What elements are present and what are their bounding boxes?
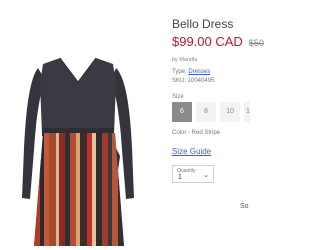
truncated-text: So (240, 203, 249, 210)
size-option-10[interactable]: 10 (220, 102, 240, 122)
brand-line: by Marella (172, 57, 198, 63)
color-line: Color - Red Stripe (172, 130, 221, 136)
type-label: Type: (172, 69, 187, 75)
size-option-6[interactable]: 6 (172, 102, 192, 122)
size-label: Size (172, 94, 184, 100)
product-type: Type: Dresses (172, 69, 210, 75)
quantity-value: 1 (178, 174, 182, 181)
size-option-partial[interactable]: 1 (244, 102, 250, 122)
product-price: $99.00 CAD (172, 34, 243, 49)
chevron-down-icon: ⌄ (203, 172, 209, 179)
dress-illustration (22, 57, 134, 246)
product-title: Bello Dress (172, 17, 234, 31)
size-option-8[interactable]: 8 (196, 102, 216, 122)
quantity-select[interactable]: Quantity 1 ⌄ (172, 165, 214, 183)
size-guide-link[interactable]: Size Guide (172, 147, 211, 156)
product-sku: SKU: 10040495 (172, 78, 215, 84)
price-row: $99.00 CAD $50 (172, 33, 264, 51)
product-image[interactable] (8, 38, 148, 248)
type-link[interactable]: Dresses (188, 69, 210, 75)
original-price: $50 (248, 38, 264, 48)
